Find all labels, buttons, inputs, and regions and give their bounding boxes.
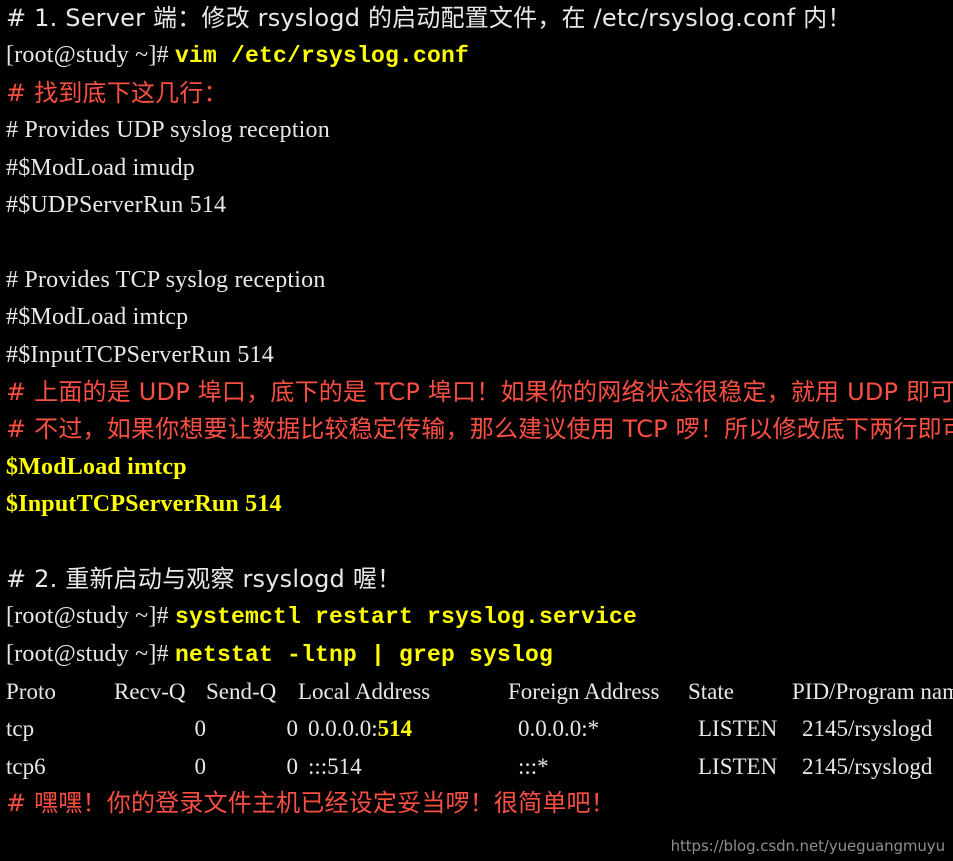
shell-command: netstat -ltnp | grep syslog	[174, 641, 554, 668]
terminal-blank-line-1	[0, 224, 953, 261]
terminal-line-prompt-2: [root@study ~]# systemctl restart rsyslo…	[0, 598, 953, 635]
netstat-local-port-highlight: 514	[377, 716, 413, 742]
terminal-line-comment-4: # 不过，如果你想要让数据比较稳定传输，那么建议使用 TCP 啰！所以修改底下两…	[6, 415, 953, 444]
netstat-header-proto: Proto	[6, 679, 56, 705]
table-row: tcp6 0 0:::514:::* LISTEN 2145/rsyslogd	[0, 748, 953, 785]
conf-line-modload-imtcp-active: $ModLoad imtcp	[6, 453, 187, 480]
netstat-cell-recvq: 0	[194, 716, 207, 742]
shell-prompt: [root@study ~]#	[6, 640, 175, 667]
netstat-cell-sendq: 0	[286, 716, 299, 742]
conf-line-modload-imudp: #$ModLoad imudp	[6, 154, 195, 181]
netstat-header-recvq: Recv-Q	[114, 679, 186, 705]
conf-line-tcp-header: # Provides TCP syslog reception	[6, 266, 326, 293]
conf-line-inputtcpserverrun-active: $InputTCPServerRun 514	[6, 491, 282, 518]
netstat-cell-pid-program: 2145/rsyslogd	[802, 753, 933, 779]
terminal-line-prompt-3: [root@study ~]# netstat -ltnp | grep sys…	[0, 636, 953, 673]
terminal-line-comment-final: # 嘿嘿！你的登录文件主机已经设定妥当啰！很简单吧！	[6, 789, 615, 818]
netstat-header-sendq: Send-Q	[206, 679, 277, 705]
netstat-cell-local-address: 0.0.0.0:514	[298, 710, 518, 747]
terminal-line-comment-2: # 找到底下这几行：	[6, 78, 228, 107]
status-badge: LISTEN	[698, 753, 778, 779]
status-badge: LISTEN	[698, 716, 778, 742]
shell-prompt: [root@study ~]#	[6, 603, 175, 630]
terminal-line-comment-1: # 1. Server 端：修改 rsyslogd 的启动配置文件，在 /etc…	[6, 4, 852, 32]
netstat-cell-recvq: 0	[194, 753, 207, 779]
table-row: tcp 0 0 0.0.0.0:514 0.0.0.0:* LISTEN 2145/rsys…	[0, 710, 953, 747]
shell-prompt: [root@study ~]#	[6, 42, 175, 69]
terminal-blank-line-2	[0, 523, 953, 560]
netstat-cell-proto: tcp	[6, 716, 35, 742]
conf-line-modload-imtcp-commented: #$ModLoad imtcp	[6, 304, 189, 331]
netstat-header-state: State	[688, 679, 734, 705]
netstat-header-foreign-address: Foreign Address	[508, 679, 660, 705]
netstat-local-prefix: 0.0.0.0:	[308, 716, 378, 742]
netstat-cell-pid-program: 2145/rsyslogd	[802, 716, 933, 742]
conf-line-udp-header: # Provides UDP syslog reception	[6, 117, 330, 144]
shell-command: systemctl restart rsyslog.service	[174, 604, 638, 631]
netstat-cell-proto: tcp6	[6, 753, 46, 779]
netstat-cell-sendq: 0	[286, 753, 299, 779]
netstat-header-pid-program: PID/Program name	[792, 679, 953, 705]
terminal-line-prompt-1: [root@study ~]# vim /etc/rsyslog.conf	[0, 37, 953, 74]
conf-line-inputtcpserverrun-commented: #$InputTCPServerRun 514	[6, 341, 274, 368]
watermark-url: https://blog.csdn.net/yueguangmuyu	[670, 837, 946, 855]
shell-command: vim /etc/rsyslog.conf	[174, 43, 470, 70]
netstat-header-local-address: Local Address	[298, 679, 431, 705]
netstat-local-prefix: :::514	[308, 753, 362, 779]
netstat-cell-foreign-address: :::*	[518, 753, 549, 779]
conf-line-udpserverrun: #$UDPServerRun 514	[6, 191, 227, 218]
netstat-header-row: Proto Recv-Q Send-Q Local Address Foreign Ad…	[0, 673, 953, 710]
netstat-cell-foreign-address: 0.0.0.0:*	[518, 716, 600, 742]
terminal-line-comment-3: # 上面的是 UDP 埠口，底下的是 TCP 埠口！如果你的网络状态很稳定，就用…	[6, 377, 953, 406]
terminal-line-comment-5: # 2. 重新启动与观察 rsyslogd 喔！	[6, 564, 402, 593]
netstat-cell-local-address: :::514	[298, 748, 518, 785]
terminal-window: # 1. Server 端：修改 rsyslogd 的启动配置文件，在 /etc…	[0, 0, 953, 861]
